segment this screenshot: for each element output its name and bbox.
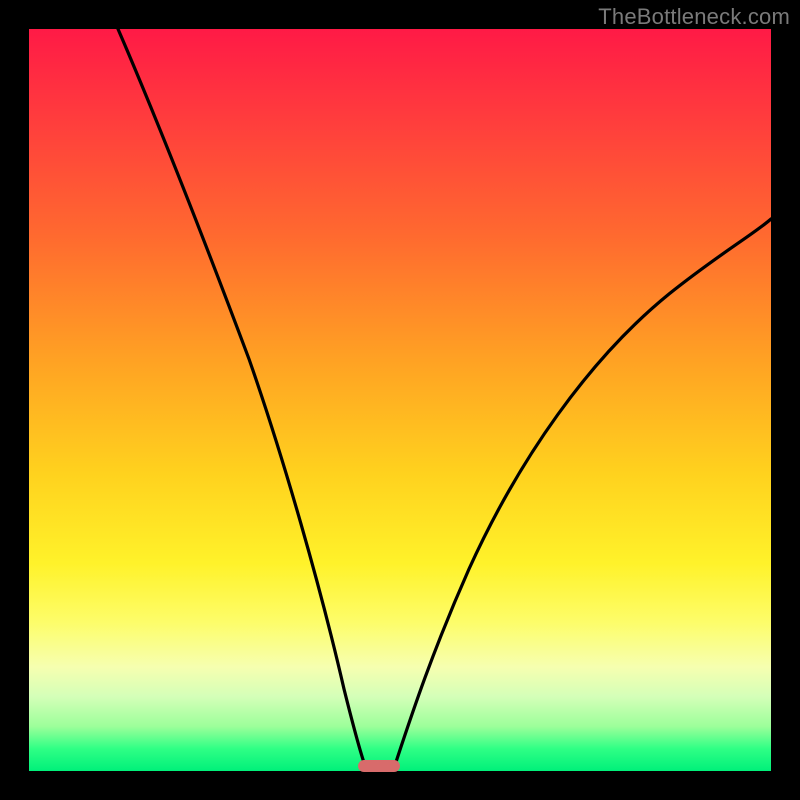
watermark-text: TheBottleneck.com [598, 4, 790, 30]
plot-area [29, 29, 771, 771]
curve-right-branch [393, 219, 771, 771]
optimal-marker [358, 760, 400, 772]
chart-frame: TheBottleneck.com [0, 0, 800, 800]
curve-left-branch [118, 29, 367, 771]
bottleneck-curve [29, 29, 771, 771]
